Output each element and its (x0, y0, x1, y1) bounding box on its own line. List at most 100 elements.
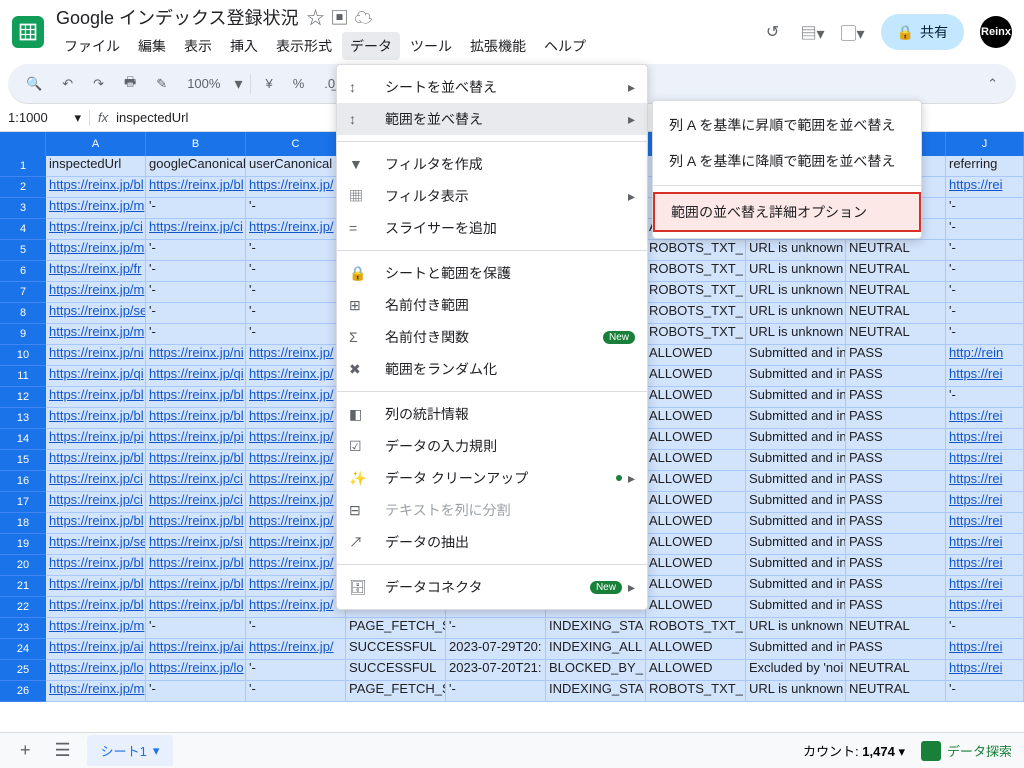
currency-icon[interactable]: ¥ (259, 72, 278, 95)
menu-表示[interactable]: 表示 (176, 32, 220, 60)
cell[interactable]: '- (946, 240, 1024, 261)
row-header[interactable]: 20 (0, 555, 46, 576)
cell[interactable]: Submitted and in (746, 555, 846, 576)
cell[interactable]: https://reinx.jp/ (246, 387, 346, 408)
menu-編集[interactable]: 編集 (130, 32, 174, 60)
menu-cleanup[interactable]: ✨データ クリーンアップ▸ (337, 462, 647, 494)
menu-filter-views[interactable]: ▦フィルタ表示▸ (337, 180, 647, 212)
cell[interactable]: PASS (846, 492, 946, 513)
name-box[interactable]: 1:1000 ▾ (0, 110, 90, 126)
col-header-A[interactable]: A (46, 132, 146, 156)
cell[interactable]: https://reinx.jp/ci (46, 492, 146, 513)
cell[interactable]: https://reinx.jp/bl (146, 177, 246, 198)
row-header[interactable]: 14 (0, 429, 46, 450)
cell[interactable]: '- (946, 303, 1024, 324)
cell[interactable]: https://reinx.jp/bl (146, 597, 246, 618)
cell[interactable]: https://rei (946, 177, 1024, 198)
row-header[interactable]: 7 (0, 282, 46, 303)
menu-extraction[interactable]: ↗データの抽出 (337, 526, 647, 558)
cell[interactable]: ALLOWED (646, 345, 746, 366)
cell[interactable]: URL is unknown (746, 303, 846, 324)
cell[interactable]: https://rei (946, 576, 1024, 597)
cell[interactable]: https://reinx.jp/m (46, 282, 146, 303)
row-header[interactable]: 19 (0, 534, 46, 555)
undo-icon[interactable]: ↶ (56, 72, 79, 96)
cell[interactable]: '- (946, 261, 1024, 282)
cell[interactable]: https://reinx.jp/ (246, 345, 346, 366)
cell[interactable]: PASS (846, 597, 946, 618)
cell[interactable]: https://reinx.jp/se (46, 303, 146, 324)
menu-表示形式[interactable]: 表示形式 (268, 32, 340, 60)
cell[interactable]: PASS (846, 639, 946, 660)
cell[interactable]: NEUTRAL (846, 660, 946, 681)
cell[interactable]: https://reinx.jp/ (246, 219, 346, 240)
cell[interactable]: '- (946, 681, 1024, 702)
cell[interactable]: https://rei (946, 660, 1024, 681)
cell[interactable]: referring (946, 156, 1024, 177)
cell[interactable]: PASS (846, 513, 946, 534)
cell[interactable]: '- (246, 282, 346, 303)
cell[interactable]: https://reinx.jp/ (246, 534, 346, 555)
cell[interactable]: Submitted and in (746, 450, 846, 471)
cell[interactable]: '- (246, 681, 346, 702)
cell[interactable]: https://reinx.jp/m (46, 681, 146, 702)
cell[interactable]: '- (246, 660, 346, 681)
cell[interactable]: '- (146, 303, 246, 324)
cell[interactable]: https://reinx.jp/bl (46, 450, 146, 471)
cell[interactable]: ROBOTS_TXT_ (646, 240, 746, 261)
cell[interactable]: PAGE_FETCH_S (346, 681, 446, 702)
cell[interactable]: https://reinx.jp/ (246, 408, 346, 429)
cell[interactable]: ROBOTS_TXT_ (646, 324, 746, 345)
cell[interactable]: https://rei (946, 429, 1024, 450)
cell[interactable]: NEUTRAL (846, 681, 946, 702)
cloud-icon[interactable]: ☁ (355, 4, 373, 30)
row-header[interactable]: 5 (0, 240, 46, 261)
cell[interactable]: https://reinx.jp/ (246, 555, 346, 576)
cell[interactable]: ALLOWED (646, 597, 746, 618)
cell[interactable]: ALLOWED (646, 639, 746, 660)
cell[interactable]: PASS (846, 366, 946, 387)
row-header[interactable]: 4 (0, 219, 46, 240)
row-header[interactable]: 12 (0, 387, 46, 408)
cell[interactable]: https://reinx.jp/bl (46, 513, 146, 534)
cell[interactable]: Submitted and in (746, 576, 846, 597)
cell[interactable]: PASS (846, 450, 946, 471)
row-header[interactable]: 21 (0, 576, 46, 597)
cell[interactable]: https://reinx.jp/bl (46, 387, 146, 408)
cell[interactable]: NEUTRAL (846, 240, 946, 261)
select-all-corner[interactable] (0, 132, 46, 156)
cell[interactable]: https://reinx.jp/ci (46, 471, 146, 492)
zoom-select[interactable]: 100% (181, 72, 226, 95)
cell[interactable]: inspectedUrl (46, 156, 146, 177)
cell[interactable]: https://reinx.jp/ai (46, 639, 146, 660)
cell[interactable]: '- (146, 324, 246, 345)
cell[interactable]: Submitted and in (746, 534, 846, 555)
meet-icon[interactable]: ▢▾ (841, 20, 865, 44)
cell[interactable]: '- (446, 681, 546, 702)
cell[interactable]: ALLOWED (646, 366, 746, 387)
menu-拡張機能[interactable]: 拡張機能 (462, 32, 534, 60)
cell[interactable]: Submitted and in (746, 471, 846, 492)
cell[interactable]: https://rei (946, 408, 1024, 429)
cell[interactable]: https://reinx.jp/bl (146, 513, 246, 534)
cell[interactable]: NEUTRAL (846, 618, 946, 639)
row-header[interactable]: 26 (0, 681, 46, 702)
row-header[interactable]: 13 (0, 408, 46, 429)
cell[interactable]: '- (146, 240, 246, 261)
row-header[interactable]: 15 (0, 450, 46, 471)
menu-sort-sheet[interactable]: ↕シートを並べ替え▸ (337, 71, 647, 103)
menu-validation[interactable]: ☑データの入力規則 (337, 430, 647, 462)
percent-icon[interactable]: % (287, 72, 311, 95)
cell[interactable]: ROBOTS_TXT_ (646, 618, 746, 639)
cell[interactable]: '- (246, 198, 346, 219)
cell[interactable]: URL is unknown (746, 324, 846, 345)
move-icon[interactable]: ▣ (331, 4, 349, 30)
row-header[interactable]: 16 (0, 471, 46, 492)
menu-named-functions[interactable]: Σ名前付き関数New (337, 321, 647, 353)
cell[interactable]: https://rei (946, 471, 1024, 492)
menu-slicer[interactable]: =スライサーを追加 (337, 212, 647, 244)
cell[interactable]: PASS (846, 576, 946, 597)
cell[interactable]: https://reinx.jp/qi (46, 366, 146, 387)
row-header[interactable]: 1 (0, 156, 46, 177)
search-icon[interactable]: 🔍 (20, 72, 48, 96)
